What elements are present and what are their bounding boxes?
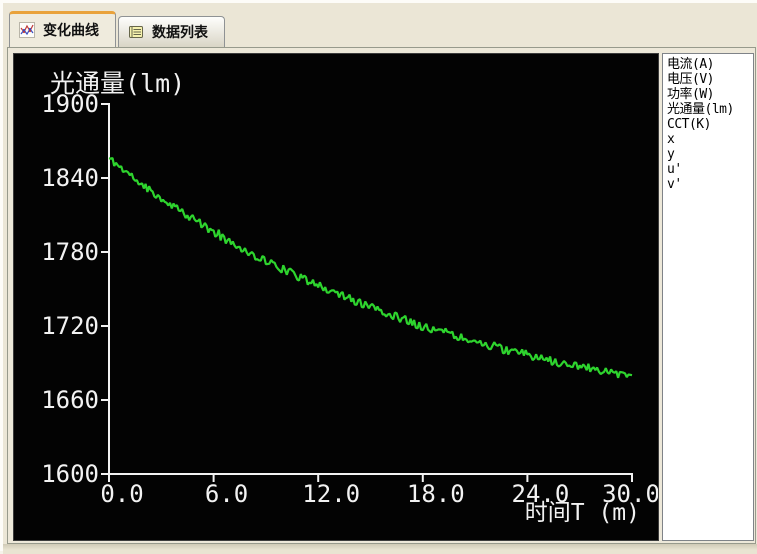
y-tick-label: 1840 <box>41 164 99 192</box>
y-tick-label: 1780 <box>41 238 99 266</box>
chart-area: 光通量(lm) 1900 1840 1780 1720 1660 1600 0.0 6.0 12.… <box>13 53 659 541</box>
curve-chart-icon <box>19 21 35 38</box>
y-tick-label: 1900 <box>41 90 99 118</box>
x-axis-title: 时间T (m) <box>525 500 640 526</box>
legend-item-8[interactable]: v' <box>667 177 752 192</box>
x-tick-label: 18.0 <box>407 480 465 508</box>
legend-item-2[interactable]: 功率(W) <box>667 87 752 102</box>
legend-panel: 电流(A) 电压(V) 功率(W) 光通量(lm) CCT(K) x y u' v' <box>662 53 754 541</box>
legend-item-6[interactable]: y <box>667 147 752 162</box>
x-tick-label: 6.0 <box>205 480 248 508</box>
tab-data-list[interactable]: 数据列表 <box>118 16 225 47</box>
app-window: 变化曲线 数据列表 光通量(lm) 1900 1840 1780 1720 1660 160… <box>0 0 757 554</box>
y-tick-label: 1600 <box>41 460 99 488</box>
tab-change-curve-label: 变化曲线 <box>43 21 99 38</box>
legend-item-3[interactable]: 光通量(lm) <box>667 102 752 117</box>
tab-content-panel: 光通量(lm) 1900 1840 1780 1720 1660 1600 0.0 6.0 12.… <box>7 47 756 544</box>
legend-item-0[interactable]: 电流(A) <box>667 57 752 72</box>
tab-bar: 变化曲线 数据列表 <box>9 11 225 47</box>
legend-item-4[interactable]: CCT(K) <box>667 117 752 132</box>
luminous-flux-chart: 光通量(lm)1900184017801720166016000.0 6.0 12.… <box>41 69 658 526</box>
data-list-icon <box>128 24 144 40</box>
legend-item-1[interactable]: 电压(V) <box>667 72 752 87</box>
legend-item-5[interactable]: x <box>667 132 752 147</box>
flux-curve <box>108 156 633 379</box>
tab-change-curve[interactable]: 变化曲线 <box>9 11 116 47</box>
x-tick-label: 12.0 <box>302 480 360 508</box>
tab-data-list-label: 数据列表 <box>152 23 208 40</box>
y-tick-label: 1660 <box>41 386 99 414</box>
x-tick-label: 0.0 <box>100 480 143 508</box>
bottom-strip <box>3 544 757 554</box>
legend-item-7[interactable]: u' <box>667 162 752 177</box>
y-tick-label: 1720 <box>41 312 99 340</box>
